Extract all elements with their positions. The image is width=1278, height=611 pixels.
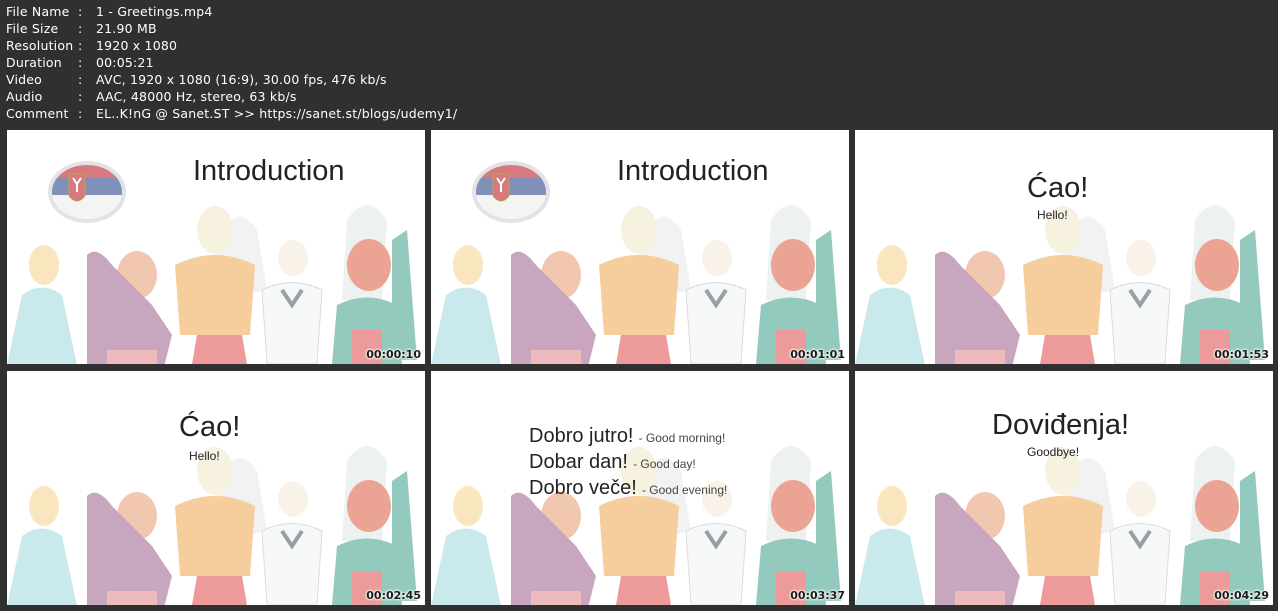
info-label: Duration: [6, 55, 62, 70]
info-label: File Name: [6, 4, 70, 19]
slide-title: Ćao!: [1027, 172, 1089, 204]
info-row-duration: Duration : 00:05:21: [6, 54, 457, 71]
info-value: 1 - Greetings.mp4: [96, 4, 213, 19]
slide-title: Introduction: [193, 155, 345, 187]
info-label: Comment: [6, 106, 69, 121]
slide-title: Introduction: [617, 155, 769, 187]
slide-subtitle: Hello!: [189, 449, 220, 463]
slide-subtitle: Hello!: [1037, 208, 1068, 222]
slide-title: Ćao!: [179, 411, 241, 443]
info-row-comment: Comment : EL..K!nG @ Sanet.ST >> https:/…: [6, 105, 457, 122]
video-thumbnail[interactable]: Dobro jutro! - Good morning! Dobar dan! …: [431, 371, 849, 605]
info-separator: :: [78, 106, 83, 121]
timestamp: 00:00:10: [366, 348, 421, 361]
timestamp: 00:01:53: [1214, 348, 1269, 361]
info-value: 21.90 MB: [96, 21, 157, 36]
info-value: AVC, 1920 x 1080 (16:9), 30.00 fps, 476 …: [96, 72, 387, 87]
people-illustration: [855, 203, 1267, 364]
info-value: 1920 x 1080: [96, 38, 178, 53]
people-illustration: [855, 444, 1267, 605]
info-separator: :: [78, 89, 83, 104]
info-value: AAC, 48000 Hz, stereo, 63 kb/s: [96, 89, 297, 104]
phrase-line: Dobro jutro! - Good morning!: [529, 425, 725, 448]
info-separator: :: [78, 4, 83, 19]
timestamp: 00:03:37: [790, 589, 845, 602]
info-separator: :: [78, 55, 83, 70]
video-thumbnail[interactable]: Introduction 00:01:01: [431, 130, 849, 364]
info-row-resolution: Resolution : 1920 x 1080: [6, 37, 457, 54]
info-label: Resolution: [6, 38, 74, 53]
phrase-serbian: Dobar dan!: [529, 451, 628, 473]
info-row-video: Video : AVC, 1920 x 1080 (16:9), 30.00 f…: [6, 71, 457, 88]
info-value: 00:05:21: [96, 55, 154, 70]
phrase-line: Dobro veče! - Good evening!: [529, 477, 727, 500]
phrase-english: - Good morning!: [638, 431, 726, 445]
video-thumbnail[interactable]: Ćao! Hello! 00:02:45: [7, 371, 425, 605]
slide-title: Doviđenja!: [992, 409, 1130, 441]
info-label: Video: [6, 72, 43, 87]
video-thumbnail[interactable]: Doviđenja! Goodbye! 00:04:29: [855, 371, 1273, 605]
file-info-panel: File Name : 1 - Greetings.mp4 File Size …: [6, 3, 457, 122]
phrase-english: - Good evening!: [641, 483, 728, 497]
video-thumbnail[interactable]: Ćao! Hello! 00:01:53: [855, 130, 1273, 364]
timestamp: 00:04:29: [1214, 589, 1269, 602]
timestamp: 00:02:45: [366, 589, 421, 602]
slide-subtitle: Goodbye!: [1027, 445, 1080, 459]
info-row-audio: Audio : AAC, 48000 Hz, stereo, 63 kb/s: [6, 88, 457, 105]
timestamp: 00:01:01: [790, 348, 845, 361]
info-separator: :: [78, 38, 83, 53]
phrase-serbian: Dobro veče!: [529, 477, 637, 499]
phrase-english: - Good day!: [633, 457, 696, 471]
info-label: Audio: [6, 89, 43, 104]
phrase-line: Dobar dan! - Good day!: [529, 451, 696, 474]
info-row-file-name: File Name : 1 - Greetings.mp4: [6, 3, 457, 20]
video-thumbnail[interactable]: Introduction 00:00:10: [7, 130, 425, 364]
people-illustration: [7, 444, 419, 605]
phrase-serbian: Dobro jutro!: [529, 425, 634, 447]
info-row-file-size: File Size : 21.90 MB: [6, 20, 457, 37]
info-value: EL..K!nG @ Sanet.ST >> https://sanet.st/…: [96, 106, 458, 121]
info-label: File Size: [6, 21, 59, 36]
info-separator: :: [78, 72, 83, 87]
info-separator: :: [78, 21, 83, 36]
